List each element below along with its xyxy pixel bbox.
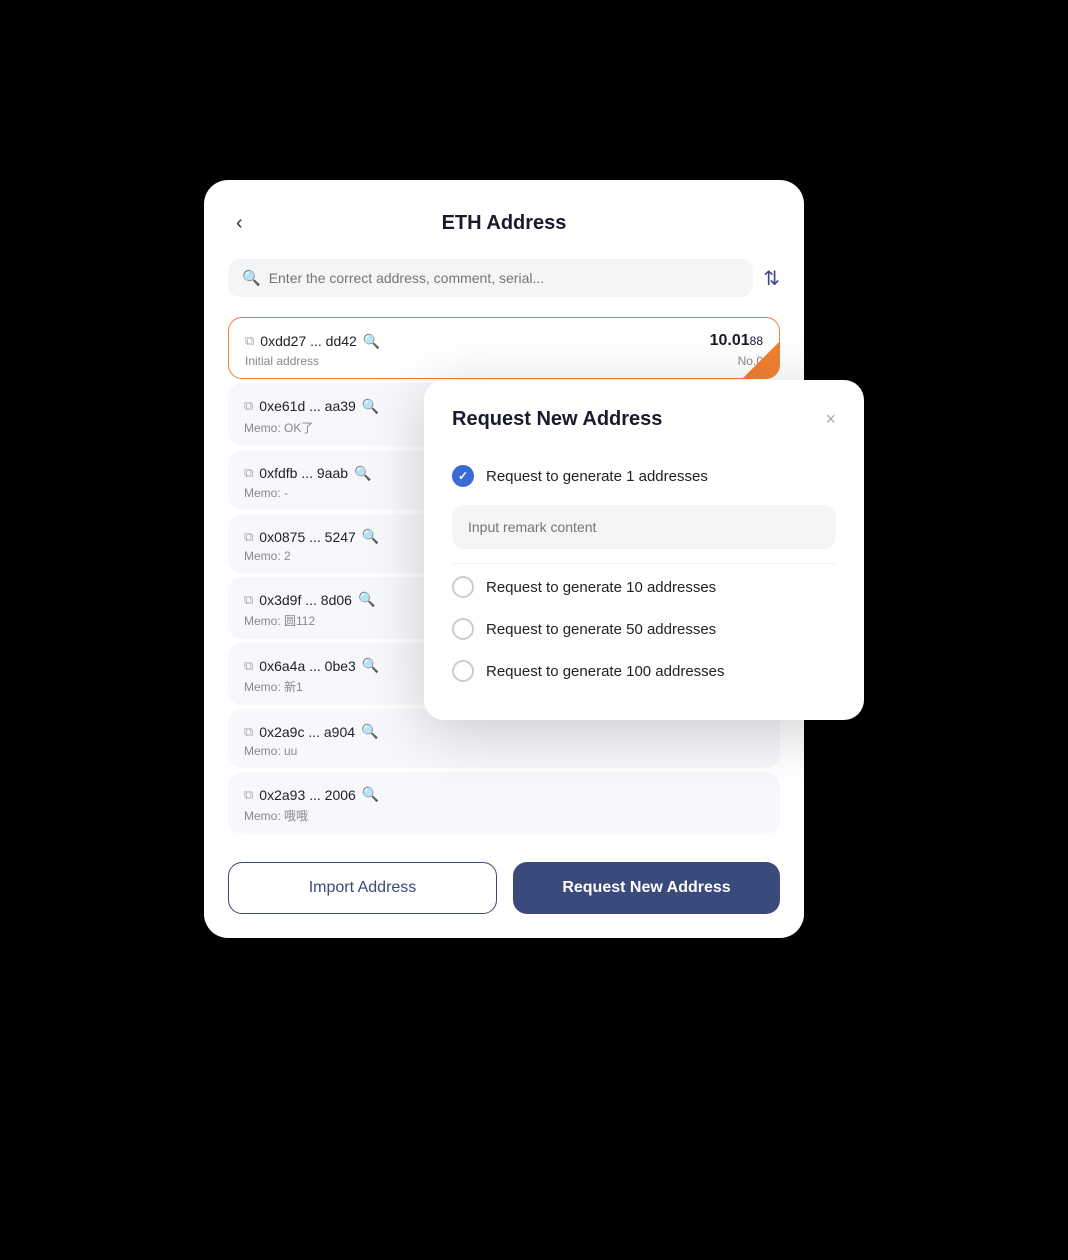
- address-text: 0xdd27 ... dd42: [260, 333, 357, 349]
- dialog-options: ✓ Request to generate 1 addresses Reques…: [452, 455, 836, 692]
- address-memo: Memo: OK了: [244, 419, 313, 436]
- address-text: 0x2a9c ... a904: [259, 724, 355, 740]
- radio-check-icon: ✓: [458, 469, 468, 483]
- address-memo: Memo: 哦哦: [244, 807, 308, 824]
- address-search-icon[interactable]: 🔍: [362, 786, 379, 803]
- address-memo: Memo: 圆112: [244, 612, 315, 629]
- address-left: ⧉ 0x2a9c ... a904 🔍: [244, 723, 378, 740]
- address-text: 0x6a4a ... 0be3: [259, 658, 356, 674]
- address-item[interactable]: ⧉ 0x2a93 ... 2006 🔍 Memo: 哦哦: [228, 772, 780, 834]
- radio-option[interactable]: Request to generate 50 addresses: [452, 608, 836, 650]
- address-search-icon[interactable]: 🔍: [362, 398, 379, 415]
- back-button[interactable]: ‹: [228, 208, 251, 239]
- dialog-header: Request New Address ×: [452, 408, 836, 431]
- address-search-icon[interactable]: 🔍: [361, 723, 378, 740]
- copy-icon[interactable]: ⧉: [244, 465, 253, 481]
- copy-icon[interactable]: ⧉: [244, 398, 253, 414]
- page-title: ETH Address: [442, 212, 567, 235]
- filter-icon: ⇅: [763, 266, 780, 291]
- address-left: ⧉ 0x0875 ... 5247 🔍: [244, 528, 379, 545]
- address-search-icon[interactable]: 🔍: [362, 528, 379, 545]
- radio-circle[interactable]: [452, 576, 474, 598]
- address-bottom: Initial address No.0: [245, 354, 763, 368]
- radio-option[interactable]: Request to generate 10 addresses: [452, 566, 836, 608]
- remark-input[interactable]: [452, 505, 836, 549]
- address-memo: Initial address: [245, 354, 319, 368]
- address-bottom: Memo: uu: [244, 744, 764, 758]
- address-top: ⧉ 0xdd27 ... dd42 🔍 10.0188: [245, 332, 763, 350]
- address-search-icon[interactable]: 🔍: [362, 657, 379, 674]
- address-memo: Memo: 2: [244, 549, 291, 563]
- copy-icon[interactable]: ⧉: [244, 658, 253, 674]
- address-top: ⧉ 0x2a93 ... 2006 🔍: [244, 786, 764, 803]
- search-box: 🔍: [228, 259, 753, 297]
- address-bottom: Memo: 哦哦: [244, 807, 764, 824]
- copy-icon[interactable]: ⧉: [244, 529, 253, 545]
- address-left: ⧉ 0x2a93 ... 2006 🔍: [244, 786, 379, 803]
- address-memo: Memo: uu: [244, 744, 297, 758]
- filter-button[interactable]: ⇅: [763, 266, 780, 291]
- dialog-title: Request New Address: [452, 408, 662, 431]
- search-input[interactable]: [269, 270, 740, 286]
- radio-circle[interactable]: ✓: [452, 465, 474, 487]
- address-top: ⧉ 0x2a9c ... a904 🔍: [244, 723, 764, 740]
- address-left: ⧉ 0x6a4a ... 0be3 🔍: [244, 657, 379, 674]
- radio-label: Request to generate 1 addresses: [486, 468, 708, 485]
- address-search-icon[interactable]: 🔍: [363, 333, 380, 350]
- dialog-overlay: Request New Address × ✓ Request to gener…: [424, 380, 864, 720]
- request-new-address-button[interactable]: Request New Address: [513, 862, 780, 914]
- dialog-close-button[interactable]: ×: [825, 409, 836, 430]
- copy-icon[interactable]: ⧉: [244, 787, 253, 803]
- copy-icon[interactable]: ⧉: [245, 333, 254, 349]
- radio-circle[interactable]: [452, 618, 474, 640]
- address-search-icon[interactable]: 🔍: [354, 465, 371, 482]
- address-left: ⧉ 0xdd27 ... dd42 🔍: [245, 333, 380, 350]
- header: ‹ ETH Address: [228, 212, 780, 235]
- radio-label: Request to generate 100 addresses: [486, 663, 725, 680]
- divider: [452, 563, 836, 564]
- address-text: 0xe61d ... aa39: [259, 398, 356, 414]
- address-text: 0xfdfb ... 9aab: [259, 465, 348, 481]
- radio-circle[interactable]: [452, 660, 474, 682]
- import-address-button[interactable]: Import Address: [228, 862, 497, 914]
- radio-option[interactable]: Request to generate 100 addresses: [452, 650, 836, 692]
- request-address-dialog: Request New Address × ✓ Request to gener…: [424, 380, 864, 720]
- address-memo: Memo: -: [244, 486, 288, 500]
- address-memo: Memo: 新1: [244, 678, 303, 695]
- search-row: 🔍 ⇅: [228, 259, 780, 297]
- address-text: 0x3d9f ... 8d06: [259, 592, 352, 608]
- active-corner: [743, 342, 779, 378]
- address-text: 0x2a93 ... 2006: [259, 787, 356, 803]
- address-left: ⧉ 0x3d9f ... 8d06 🔍: [244, 591, 375, 608]
- radio-label: Request to generate 50 addresses: [486, 621, 716, 638]
- address-search-icon[interactable]: 🔍: [358, 591, 375, 608]
- copy-icon[interactable]: ⧉: [244, 724, 253, 740]
- search-icon: 🔍: [242, 269, 261, 287]
- copy-icon[interactable]: ⧉: [244, 592, 253, 608]
- address-left: ⧉ 0xe61d ... aa39 🔍: [244, 398, 379, 415]
- radio-option[interactable]: ✓ Request to generate 1 addresses: [452, 455, 836, 497]
- address-item[interactable]: ⧉ 0xdd27 ... dd42 🔍 10.0188 Initial addr…: [228, 317, 780, 379]
- radio-label: Request to generate 10 addresses: [486, 579, 716, 596]
- address-text: 0x0875 ... 5247: [259, 529, 356, 545]
- address-left: ⧉ 0xfdfb ... 9aab 🔍: [244, 465, 371, 482]
- bottom-buttons: Import Address Request New Address: [228, 862, 780, 914]
